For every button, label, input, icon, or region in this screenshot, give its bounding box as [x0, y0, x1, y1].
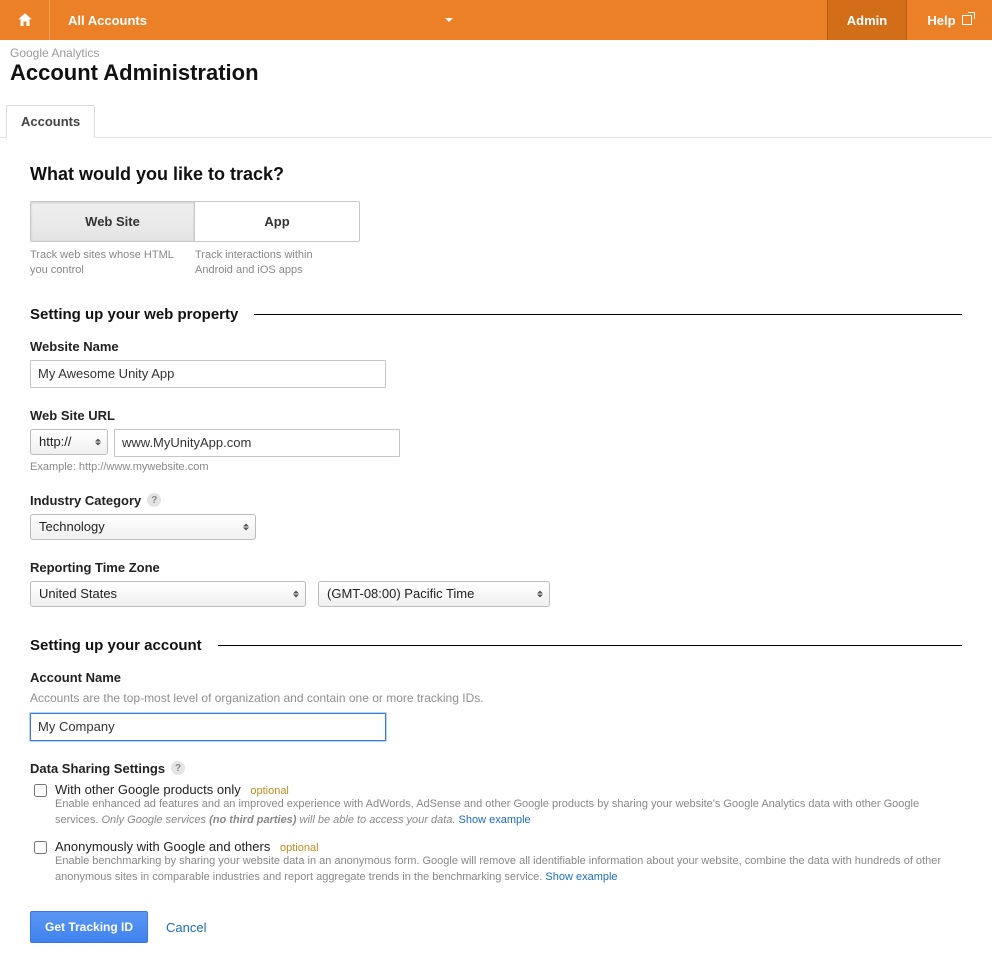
track-heading: What would you like to track?: [30, 164, 962, 185]
home-button[interactable]: [0, 0, 50, 40]
website-name-label: Website Name: [30, 339, 962, 354]
section-web-property: Setting up your web property: [30, 306, 962, 323]
optional-badge: optional: [280, 842, 319, 854]
website-url-label: Web Site URL: [30, 408, 962, 423]
show-example-link[interactable]: Show example: [459, 814, 531, 826]
sharing-opt2-desc: Enable benchmarking by sharing your webs…: [55, 854, 962, 886]
select-arrows-icon: [243, 523, 249, 530]
industry-select[interactable]: Technology: [30, 514, 256, 540]
sharing-opt1-desc: Enable enhanced ad features and an impro…: [55, 797, 962, 829]
show-example-link[interactable]: Show example: [545, 871, 617, 883]
section-account: Setting up your account: [30, 637, 962, 654]
breadcrumb: Google Analytics: [0, 40, 992, 60]
toggle-web-site[interactable]: Web Site: [31, 202, 195, 241]
account-name-sub: Accounts are the top-most level of organ…: [30, 691, 962, 705]
help-icon[interactable]: ?: [171, 761, 185, 775]
field-industry: Industry Category ? Technology: [30, 493, 962, 540]
select-arrows-icon: [293, 590, 299, 597]
field-website-url: Web Site URL http:// Example: http://www…: [30, 408, 962, 473]
account-name-input[interactable]: [30, 713, 386, 741]
website-name-input[interactable]: [30, 360, 386, 388]
cancel-link[interactable]: Cancel: [166, 920, 206, 935]
content: What would you like to track? Web Site A…: [0, 138, 992, 969]
toggle-app[interactable]: App: [195, 202, 359, 241]
tab-accounts[interactable]: Accounts: [6, 105, 95, 138]
toggle-descriptions: Track web sites whose HTML you control T…: [30, 248, 360, 278]
get-tracking-id-button[interactable]: Get Tracking ID: [30, 911, 148, 943]
topbar: All Accounts Admin Help: [0, 0, 992, 40]
help-button[interactable]: Help: [907, 0, 992, 40]
sharing-opt-anonymous: Anonymously with Google and others optio…: [30, 839, 962, 886]
url-scheme-select[interactable]: http://: [30, 429, 108, 455]
sharing-opt2-checkbox[interactable]: [34, 841, 47, 854]
toggle-web-desc: Track web sites whose HTML you control: [30, 248, 195, 278]
all-accounts-label: All Accounts: [68, 13, 147, 28]
select-arrows-icon: [95, 438, 101, 445]
field-website-name: Website Name: [30, 339, 962, 388]
timezone-label: Reporting Time Zone: [30, 560, 962, 575]
field-account-name: Account Name Accounts are the top-most l…: [30, 670, 962, 741]
field-timezone: Reporting Time Zone United States (GMT-0…: [30, 560, 962, 607]
field-data-sharing: Data Sharing Settings ? With other Googl…: [30, 761, 962, 886]
actions: Get Tracking ID Cancel: [30, 911, 962, 943]
timezone-country-select[interactable]: United States: [30, 581, 306, 607]
sharing-opt1-checkbox[interactable]: [34, 784, 47, 797]
admin-button[interactable]: Admin: [827, 0, 907, 40]
tabs: Accounts: [0, 104, 992, 138]
page-title: Account Administration: [0, 60, 992, 104]
all-accounts-dropdown[interactable]: All Accounts: [50, 0, 827, 40]
website-url-input[interactable]: [114, 429, 400, 457]
industry-label: Industry Category ?: [30, 493, 962, 508]
sharing-opt2-title: Anonymously with Google and others: [55, 839, 270, 854]
external-link-icon: [962, 15, 972, 25]
account-name-label: Account Name: [30, 670, 962, 685]
home-icon: [16, 11, 34, 29]
help-icon[interactable]: ?: [147, 493, 161, 507]
data-sharing-label: Data Sharing Settings ?: [30, 761, 962, 776]
timezone-tz-select[interactable]: (GMT-08:00) Pacific Time: [318, 581, 550, 607]
sharing-opt-google-only: With other Google products only optional…: [30, 782, 962, 829]
select-arrows-icon: [537, 590, 543, 597]
chevron-down-icon: [445, 18, 453, 22]
optional-badge: optional: [250, 785, 289, 797]
track-type-toggle: Web Site App: [30, 201, 360, 242]
sharing-opt1-title: With other Google products only: [55, 782, 241, 797]
toggle-app-desc: Track interactions within Android and iO…: [195, 248, 360, 278]
url-example-text: Example: http://www.mywebsite.com: [30, 461, 962, 473]
